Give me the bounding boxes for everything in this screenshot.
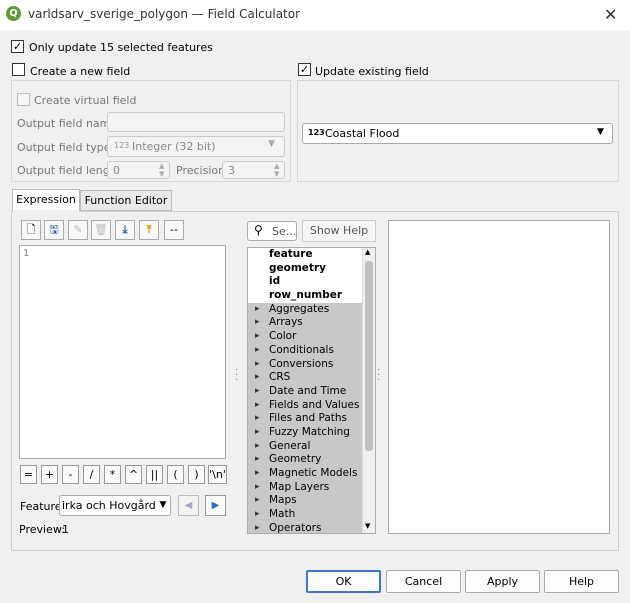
scroll-down-icon[interactable]: ▼ — [365, 522, 370, 530]
operator-concat-button[interactable]: || — [146, 465, 163, 484]
create-new-field-label: Create a new field — [30, 65, 131, 78]
function-list-item[interactable]: row_number — [248, 289, 375, 303]
function-list-item[interactable]: feature — [248, 248, 375, 262]
precision-spinbox[interactable]: 3 ▲ ▼ — [222, 161, 285, 179]
function-group-item[interactable]: Aggregates — [248, 302, 375, 317]
feature-label: Feature — [20, 500, 62, 513]
operator-plus-button[interactable]: + — [41, 465, 58, 484]
splitter-handle-icon[interactable]: · · · — [377, 366, 380, 386]
output-field-type-label: Output field type — [17, 141, 111, 154]
function-group-item[interactable]: Operators — [248, 521, 375, 533]
chevron-down-icon: ▼ — [268, 139, 275, 149]
function-list-item[interactable]: id — [248, 275, 375, 289]
function-group-item[interactable]: CRS — [248, 371, 375, 385]
operator-equals-button[interactable]: = — [20, 465, 37, 484]
output-field-length-label: Output field length — [17, 164, 122, 177]
scrollbar-thumb[interactable] — [365, 261, 373, 451]
create-virtual-field-label: Create virtual field — [34, 94, 137, 107]
apply-button[interactable]: Apply — [465, 570, 540, 593]
function-group-item[interactable]: Fuzzy Matching — [248, 425, 375, 440]
spinner-arrows-icon: ▲ ▼ — [274, 162, 280, 178]
only-update-label: Only update 15 selected features — [29, 41, 213, 54]
help-panel — [388, 220, 610, 534]
function-group-item[interactable]: Map Layers — [248, 480, 375, 495]
output-field-type-select[interactable]: 123 Integer (32 bit) ▼ — [107, 136, 285, 157]
tab-join — [13, 210, 79, 213]
create-new-field-checkbox[interactable] — [12, 63, 25, 76]
spinner-arrows-icon: ▲ ▼ — [159, 162, 165, 178]
function-group-item[interactable]: Fields and Values — [248, 398, 375, 413]
scroll-up-icon[interactable]: ▲ — [365, 248, 370, 256]
create-virtual-field-checkbox[interactable] — [17, 93, 30, 106]
search-placeholder: Se... — [272, 225, 297, 238]
function-group-item[interactable]: Arrays — [248, 316, 375, 331]
window-title: varldsarv_sverige_polygon — Field Calcul… — [28, 7, 301, 21]
delete-icon[interactable]: 🗑 — [91, 220, 111, 240]
function-group-item[interactable]: Color — [248, 330, 375, 344]
function-list-item[interactable]: geometry — [248, 262, 375, 276]
function-list[interactable]: featuregeometryidrow_numberAggregatesArr… — [247, 247, 376, 534]
existing-field-select[interactable]: 123 Coastal Flood ▼ — [302, 123, 613, 144]
output-field-name-input[interactable] — [107, 112, 285, 132]
function-group-item[interactable]: Files and Paths — [248, 412, 375, 426]
close-icon[interactable]: ✕ — [604, 5, 617, 24]
operator-close-paren-button[interactable]: ) — [188, 465, 205, 484]
cancel-button[interactable]: Cancel — [386, 570, 461, 593]
show-help-button[interactable]: Show Help — [302, 220, 376, 242]
help-button[interactable]: Help — [544, 570, 619, 593]
output-field-length-spinbox[interactable]: 0 ▲ ▼ — [107, 161, 170, 179]
function-list-items: featuregeometryidrow_numberAggregatesArr… — [248, 248, 375, 533]
operator-multiply-button[interactable]: * — [104, 465, 121, 484]
operator-newline-button[interactable]: '\n' — [208, 465, 227, 484]
precision-label: Precision — [176, 164, 226, 177]
new-file-icon[interactable]: 🗋 — [21, 220, 41, 240]
line-number: 1 — [23, 248, 30, 259]
output-field-length-value: 0 — [113, 164, 120, 177]
function-group-item[interactable]: Magnetic Models — [248, 467, 375, 481]
chevron-down-icon: ▼ — [155, 496, 170, 515]
edit-icon[interactable]: ✎ — [68, 220, 88, 240]
function-group-item[interactable]: Maps — [248, 494, 375, 509]
operator-divide-button[interactable]: / — [83, 465, 100, 484]
qgis-logo-icon: Q — [6, 6, 21, 21]
more-options-button[interactable]: -- — [164, 220, 184, 240]
next-feature-icon[interactable]: ▶ — [205, 495, 226, 516]
update-existing-field-checkbox[interactable]: ✓ — [298, 63, 311, 76]
existing-field-value: Coastal Flood — [325, 127, 400, 140]
function-group-item[interactable]: Math — [248, 508, 375, 522]
function-group-item[interactable]: Date and Time — [248, 384, 375, 399]
operator-minus-button[interactable]: - — [62, 465, 79, 484]
update-existing-field-label: Update existing field — [315, 65, 429, 78]
output-field-type-value: Integer (32 bit) — [132, 140, 216, 153]
export-icon[interactable]: ⤒ — [139, 220, 159, 240]
function-list-scrollbar[interactable]: ▲ ▼ — [362, 248, 375, 533]
function-group-item[interactable]: General — [248, 439, 375, 454]
operator-open-paren-button[interactable]: ( — [167, 465, 184, 484]
expression-editor[interactable]: 1 — [19, 245, 226, 459]
search-input[interactable]: ⚲ Se... — [247, 221, 297, 241]
precision-value: 3 — [228, 164, 235, 177]
previous-feature-icon[interactable]: ◀ — [178, 495, 199, 516]
splitter-handle-icon[interactable]: · · · — [235, 366, 238, 386]
save-icon[interactable]: 🖫 — [44, 220, 64, 240]
function-group-item[interactable]: Geometry — [248, 453, 375, 467]
only-update-checkbox[interactable]: ✓ — [11, 40, 24, 53]
feature-select[interactable]: irka och Hovgården ▼ — [59, 495, 171, 516]
feature-value: irka och Hovgården — [62, 499, 170, 512]
tab-function-editor[interactable]: Function Editor — [80, 190, 172, 211]
operator-power-button[interactable]: ^ — [125, 465, 142, 484]
function-group-item[interactable]: Conditionals — [248, 343, 375, 358]
preview-value: 1 — [62, 523, 69, 536]
ok-button[interactable]: OK — [306, 570, 381, 593]
chevron-down-icon: ▼ — [597, 127, 604, 137]
output-field-name-label: Output field name — [17, 117, 118, 130]
integer-type-icon: 123 — [308, 128, 325, 137]
search-icon: ⚲ — [254, 223, 263, 237]
preview-label: Preview: — [19, 523, 65, 536]
function-group-item[interactable]: Conversions — [248, 357, 375, 372]
tab-expression[interactable]: Expression — [12, 189, 80, 212]
import-icon[interactable]: ⤓ — [115, 220, 135, 240]
integer-type-icon: 123 — [114, 141, 130, 150]
